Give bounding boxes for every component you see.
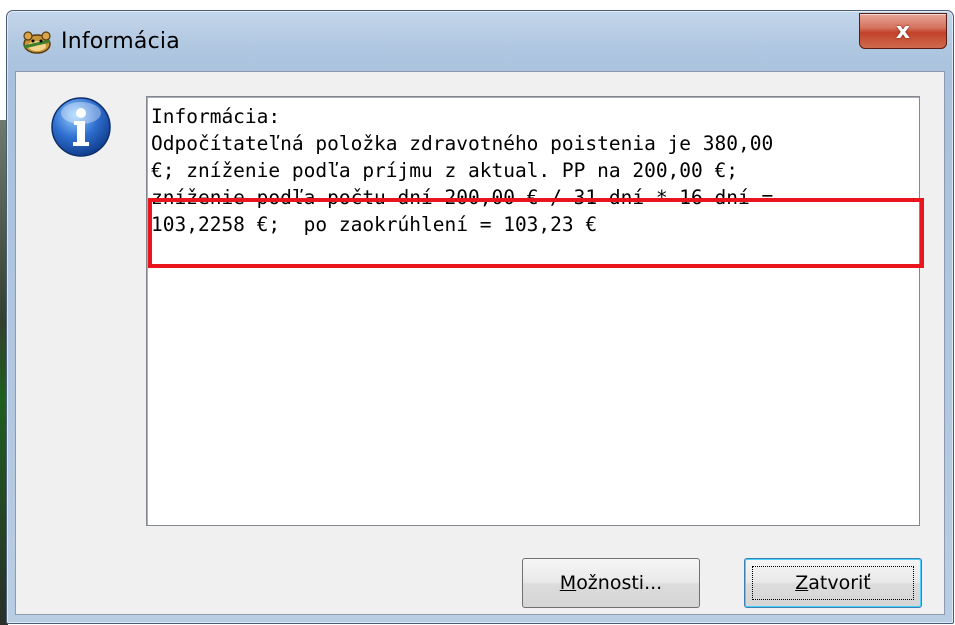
- close-icon: x: [895, 18, 911, 44]
- message-line: Informácia:: [151, 105, 281, 128]
- message-line: 103,2258 €; po zaokrúhlení = 103,23 €: [151, 213, 598, 236]
- close-button[interactable]: Zatvoriť: [744, 558, 922, 608]
- info-icon: [50, 96, 112, 158]
- message-line: Odpočítateľná položka zdravotného poiste…: [151, 132, 774, 155]
- options-button-label: ožnosti...: [576, 572, 663, 594]
- hamster-app-icon: [21, 27, 53, 55]
- dialog-window: Informácia x Informácia: Odpočítateľná p…: [6, 10, 954, 624]
- close-button-accel: Z: [795, 572, 809, 594]
- title-bar[interactable]: Informácia x: [7, 11, 953, 71]
- close-window-button[interactable]: x: [859, 13, 947, 49]
- options-button-accel: M: [559, 572, 577, 594]
- message-textbox[interactable]: Informácia: Odpočítateľná položka zdravo…: [146, 96, 920, 526]
- window-title: Informácia: [61, 29, 180, 54]
- options-button[interactable]: Možnosti...: [522, 558, 700, 608]
- close-button-label: atvoriť: [808, 572, 871, 594]
- dialog-client-area: Informácia: Odpočítateľná položka zdravo…: [15, 71, 945, 615]
- message-line: €; zníženie podľa príjmu z aktual. PP na…: [151, 159, 738, 182]
- message-line: zníženie podľa počtu dní 200,00 € / 31 d…: [151, 186, 774, 209]
